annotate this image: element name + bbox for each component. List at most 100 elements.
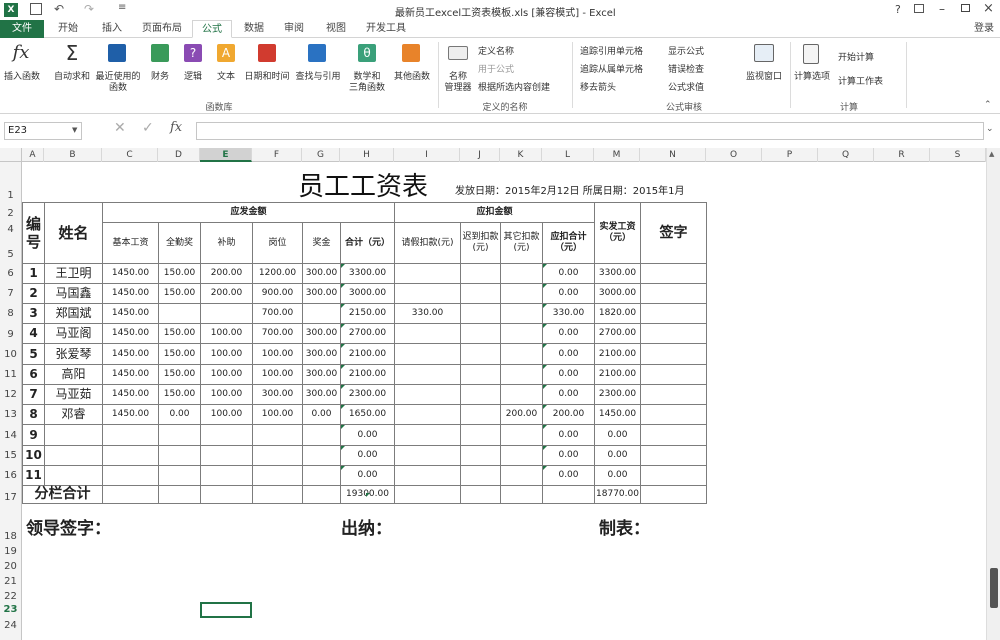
- data-cell[interactable]: 1450.00: [102, 263, 159, 284]
- data-cell[interactable]: 300.00: [302, 323, 341, 344]
- data-cell[interactable]: [252, 465, 303, 486]
- logical-button[interactable]: 逻辑: [179, 72, 207, 83]
- column-header[interactable]: O: [706, 148, 762, 162]
- issue-date[interactable]: 发放日期：2015年2月12日 所属日期：2015年1月: [455, 182, 685, 197]
- signature-cell[interactable]: [640, 343, 707, 365]
- vertical-scrollbar[interactable]: ▲: [986, 148, 1000, 640]
- column-header[interactable]: L: [542, 148, 594, 162]
- data-cell[interactable]: 0.00: [542, 283, 595, 304]
- insert-function-icon[interactable]: fx: [170, 120, 182, 135]
- collapse-ribbon-icon[interactable]: ⌃: [984, 100, 992, 110]
- data-cell[interactable]: 0.00: [302, 404, 341, 425]
- data-cell[interactable]: 200.00: [542, 404, 595, 425]
- data-cell[interactable]: [394, 263, 461, 284]
- column-header[interactable]: I: [394, 148, 460, 162]
- data-cell[interactable]: 900.00: [252, 283, 303, 304]
- leader-signature-label[interactable]: 领导签字：: [26, 514, 111, 539]
- row-header[interactable]: 7: [0, 288, 21, 299]
- signature-cell[interactable]: [640, 424, 707, 446]
- header-name[interactable]: 姓名: [44, 202, 103, 264]
- data-cell[interactable]: [394, 445, 461, 466]
- subtotal-cell[interactable]: [302, 485, 341, 504]
- row-header[interactable]: 12: [0, 389, 21, 400]
- formula-input[interactable]: [196, 122, 984, 140]
- error-checking-button[interactable]: 错误检查: [668, 62, 704, 75]
- header-sub[interactable]: 全勤奖: [158, 222, 201, 264]
- data-cell[interactable]: 0.00: [542, 445, 595, 466]
- data-cell[interactable]: 300.00: [252, 384, 303, 405]
- subtotal-cell[interactable]: [500, 485, 543, 504]
- sheet-title[interactable]: 员工工资表: [298, 166, 428, 203]
- data-cell[interactable]: 2700.00: [594, 323, 641, 344]
- data-cell[interactable]: [158, 465, 201, 486]
- data-cell[interactable]: 150.00: [158, 343, 201, 365]
- minimize-icon[interactable]: –: [939, 2, 945, 16]
- data-cell[interactable]: 1450.00: [594, 404, 641, 425]
- text-button[interactable]: 文本: [212, 72, 240, 83]
- data-cell[interactable]: [460, 283, 501, 304]
- tab-home[interactable]: 开始: [48, 20, 88, 38]
- trace-precedents-button[interactable]: 追踪引用单元格: [580, 44, 643, 57]
- signature-cell[interactable]: [640, 384, 707, 405]
- data-cell[interactable]: 300.00: [302, 364, 341, 385]
- data-cell[interactable]: 6: [22, 364, 45, 385]
- column-header-selected[interactable]: E: [200, 148, 252, 162]
- column-header[interactable]: M: [594, 148, 640, 162]
- data-cell[interactable]: 2300.00: [594, 384, 641, 405]
- data-cell[interactable]: [500, 323, 543, 344]
- help-button[interactable]: ?: [895, 3, 901, 16]
- subtotal-cell[interactable]: 18770.00: [594, 485, 641, 504]
- save-icon[interactable]: [30, 3, 42, 15]
- data-cell[interactable]: [102, 465, 159, 486]
- use-in-formula-button[interactable]: 用于公式: [478, 62, 514, 75]
- data-cell[interactable]: [500, 343, 543, 365]
- cashier-label[interactable]: 出纳：: [341, 514, 392, 539]
- tab-developer[interactable]: 开发工具: [360, 20, 412, 38]
- tab-file[interactable]: 文件: [0, 20, 44, 38]
- row-header[interactable]: 14: [0, 430, 21, 441]
- row-header[interactable]: 11: [0, 369, 21, 380]
- data-cell[interactable]: [158, 303, 201, 324]
- remove-arrows-button[interactable]: 移去箭头: [580, 80, 616, 93]
- data-cell[interactable]: 9: [22, 424, 45, 446]
- header-sub[interactable]: 基本工资: [102, 222, 159, 264]
- data-cell[interactable]: 200.00: [200, 283, 253, 304]
- row-header[interactable]: 24: [0, 620, 21, 631]
- header-id[interactable]: 编号: [22, 202, 45, 264]
- data-cell[interactable]: 0.00: [158, 404, 201, 425]
- data-cell[interactable]: [302, 303, 341, 324]
- redo-icon[interactable]: ↷: [84, 2, 94, 16]
- data-cell[interactable]: [500, 283, 543, 304]
- data-cell[interactable]: [394, 343, 461, 365]
- row-header[interactable]: 2: [0, 208, 21, 219]
- data-cell[interactable]: [460, 263, 501, 284]
- data-cell[interactable]: [460, 364, 501, 385]
- data-cell[interactable]: 150.00: [158, 384, 201, 405]
- data-cell[interactable]: 马亚茹: [44, 384, 103, 405]
- column-header[interactable]: G: [302, 148, 340, 162]
- data-cell[interactable]: [302, 424, 341, 446]
- active-cell-e23[interactable]: [200, 602, 252, 618]
- signature-cell[interactable]: [640, 263, 707, 284]
- data-cell[interactable]: 0.00: [542, 424, 595, 446]
- data-cell[interactable]: 100.00: [200, 384, 253, 405]
- data-cell[interactable]: [394, 424, 461, 446]
- column-header[interactable]: F: [252, 148, 302, 162]
- more-functions-button[interactable]: 其他函数: [390, 72, 434, 83]
- signature-cell[interactable]: [640, 445, 707, 466]
- data-cell[interactable]: 0.00: [340, 465, 395, 486]
- data-cell[interactable]: [500, 384, 543, 405]
- data-cell[interactable]: [158, 445, 201, 466]
- data-cell[interactable]: [252, 424, 303, 446]
- data-cell[interactable]: 1450.00: [102, 364, 159, 385]
- data-cell[interactable]: 200.00: [200, 263, 253, 284]
- subtotal-cell[interactable]: [394, 485, 461, 504]
- lookup-button[interactable]: 查找与引用: [292, 72, 344, 83]
- enter-icon[interactable]: ✓: [142, 120, 154, 136]
- data-cell[interactable]: [500, 445, 543, 466]
- header-sub[interactable]: 岗位: [252, 222, 303, 264]
- data-cell[interactable]: 1450.00: [102, 303, 159, 324]
- header-sub[interactable]: 迟到扣款(元): [460, 222, 501, 264]
- data-cell[interactable]: 100.00: [200, 364, 253, 385]
- data-cell[interactable]: [44, 445, 103, 466]
